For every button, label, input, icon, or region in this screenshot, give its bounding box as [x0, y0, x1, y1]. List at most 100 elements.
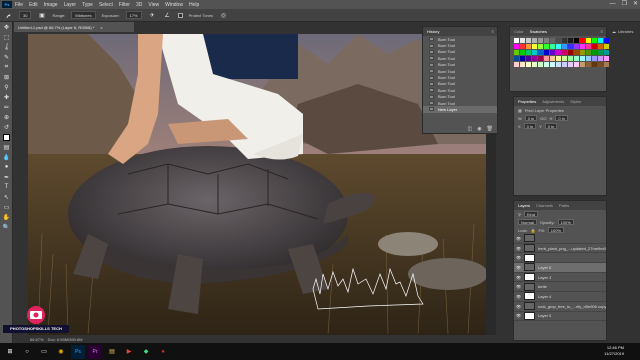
document-close-button[interactable]: ×	[100, 25, 102, 30]
tab-adjustments[interactable]: Adjustments	[542, 99, 564, 104]
color-swatch[interactable]	[544, 38, 549, 43]
color-swatch[interactable]	[544, 50, 549, 55]
hand-icon[interactable]: ✋	[0, 212, 13, 222]
minimize-button[interactable]: —	[610, 0, 616, 9]
color-swatch[interactable]	[562, 44, 567, 49]
y-field[interactable]: 0 in	[544, 123, 558, 129]
protect-tones-checkbox[interactable]	[177, 12, 183, 18]
color-swatch[interactable]	[580, 38, 585, 43]
system-clock[interactable]: 12:46 PM 11/27/2019	[604, 345, 624, 357]
crop-icon[interactable]: ⌗	[0, 62, 13, 72]
layer-row[interactable]: 👁 Layer 5	[514, 311, 606, 322]
color-swatch[interactable]	[520, 50, 525, 55]
menu-select[interactable]: Select	[99, 2, 113, 8]
photoshop-icon[interactable]: Ps	[71, 344, 85, 359]
menu-view[interactable]: View	[148, 2, 159, 8]
snapshot-icon[interactable]: ◫	[468, 126, 473, 132]
x-field[interactable]: 0 in	[523, 123, 537, 129]
menu-image[interactable]: Image	[44, 2, 58, 8]
color-swatch[interactable]	[550, 38, 555, 43]
color-swatch[interactable]	[514, 38, 519, 43]
color-swatch[interactable]	[538, 44, 543, 49]
color-swatch[interactable]	[586, 50, 591, 55]
height-field[interactable]: 0 in	[555, 115, 568, 121]
color-swatch[interactable]	[514, 62, 519, 67]
color-swatch[interactable]	[586, 44, 591, 49]
visibility-eye-icon[interactable]: 👁	[516, 304, 521, 309]
search-icon[interactable]: ○	[20, 345, 34, 359]
color-swatch[interactable]	[556, 56, 561, 61]
tab-styles[interactable]: Styles	[570, 99, 581, 104]
color-swatch[interactable]	[544, 62, 549, 67]
menu-edit[interactable]: Edit	[29, 2, 38, 8]
blend-mode-select[interactable]: Normal	[518, 219, 537, 225]
color-swatch[interactable]	[580, 44, 585, 49]
menu-layer[interactable]: Layer	[64, 2, 77, 8]
color-swatch[interactable]	[532, 62, 537, 67]
pressure-icon[interactable]: ◎	[219, 11, 228, 19]
color-swatch[interactable]	[526, 50, 531, 55]
color-swatch[interactable]	[550, 50, 555, 55]
color-swatch[interactable]	[556, 38, 561, 43]
color-swatch[interactable]	[520, 62, 525, 67]
color-swatch[interactable]	[568, 38, 573, 43]
fill-field[interactable]: 100%	[547, 227, 565, 233]
color-swatch[interactable]	[604, 56, 609, 61]
visibility-eye-icon[interactable]: 👁	[516, 284, 521, 289]
color-swatch[interactable]	[514, 44, 519, 49]
color-swatch[interactable]	[604, 38, 609, 43]
brush-settings-icon[interactable]: ▣	[37, 11, 46, 19]
brush-icon[interactable]: ✏	[0, 102, 13, 112]
color-swatch[interactable]	[580, 50, 585, 55]
menu-help[interactable]: Help	[189, 2, 199, 8]
dodge-icon[interactable]: ●	[0, 162, 13, 172]
marquee-icon[interactable]: ⬚	[0, 32, 13, 42]
color-swatch[interactable]	[568, 62, 573, 67]
visibility-eye-icon[interactable]: 👁	[516, 255, 521, 260]
color-swatch[interactable]	[574, 50, 579, 55]
color-swatch[interactable]	[520, 38, 525, 43]
tab-layers[interactable]: Layers	[518, 203, 530, 208]
color-swatch[interactable]	[538, 56, 543, 61]
layer-row[interactable]: 👁	[514, 234, 606, 244]
pen-icon[interactable]: ✒	[0, 172, 13, 182]
burn-tool-icon[interactable]	[4, 11, 13, 19]
history-item[interactable]: New Layer	[423, 106, 497, 113]
color-swatch[interactable]	[592, 38, 597, 43]
color-swatch[interactable]	[526, 44, 531, 49]
angle-icon[interactable]: ∠	[163, 11, 172, 19]
opacity-field[interactable]: 100%	[557, 219, 574, 225]
color-swatch[interactable]	[526, 56, 531, 61]
color-swatch[interactable]	[550, 56, 555, 61]
menu-3d[interactable]: 3D	[136, 2, 142, 8]
color-swatch[interactable]	[568, 56, 573, 61]
zoom-level[interactable]: 66.67%	[30, 337, 44, 342]
maximize-button[interactable]: ❐	[622, 0, 627, 9]
color-swatch[interactable]	[580, 56, 585, 61]
color-swatch[interactable]	[532, 56, 537, 61]
color-swatch[interactable]	[574, 62, 579, 67]
close-button[interactable]: ✕	[633, 0, 638, 9]
menu-type[interactable]: Type	[82, 2, 93, 8]
color-swatch[interactable]	[568, 50, 573, 55]
visibility-eye-icon[interactable]: 👁	[516, 275, 521, 280]
airbrush-icon[interactable]: ✈	[148, 11, 157, 19]
color-swatch[interactable]	[586, 62, 591, 67]
color-swatch[interactable]	[568, 44, 573, 49]
visibility-eye-icon[interactable]: 👁	[516, 313, 521, 318]
type-icon[interactable]: T	[0, 182, 13, 192]
color-swatch[interactable]	[592, 50, 597, 55]
color-swatch[interactable]	[598, 38, 603, 43]
color-swatch[interactable]	[604, 62, 609, 67]
color-swatch[interactable]	[514, 56, 519, 61]
color-swatch[interactable]	[544, 44, 549, 49]
libraries-button[interactable]: ☁ Libraries	[612, 29, 633, 34]
windows-icon[interactable]: ⊞	[3, 345, 17, 359]
color-swatch[interactable]	[580, 62, 585, 67]
layer-row[interactable]: 👁 turtle	[514, 282, 606, 293]
color-swatch[interactable]	[574, 56, 579, 61]
color-swatch[interactable]	[532, 44, 537, 49]
color-swatch[interactable]	[556, 62, 561, 67]
tab-properties[interactable]: Properties	[518, 99, 536, 104]
color-swatch[interactable]	[538, 62, 543, 67]
